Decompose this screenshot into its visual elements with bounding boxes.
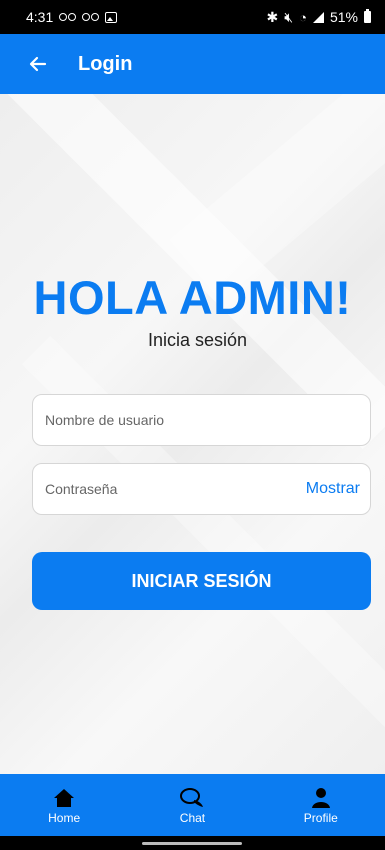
voicemail-icon bbox=[82, 13, 100, 21]
status-right: ✱ 🔇︎ ◔ 51% bbox=[267, 9, 371, 26]
login-content: HOLA ADMIN! Inicia sesión Mostrar INICIA… bbox=[0, 94, 385, 774]
bluetooth-icon: ✱ bbox=[266, 8, 279, 25]
arrow-left-icon bbox=[29, 56, 47, 72]
mute-icon: 🔇︎ bbox=[284, 8, 294, 25]
username-field[interactable] bbox=[32, 394, 371, 446]
page-title: Login bbox=[78, 52, 133, 75]
voicemail-icon bbox=[59, 13, 77, 21]
battery-percent: 51% bbox=[329, 9, 358, 25]
home-indicator[interactable] bbox=[142, 842, 242, 845]
app-bar: Login bbox=[0, 34, 385, 94]
username-input[interactable] bbox=[43, 411, 360, 429]
gallery-icon bbox=[105, 11, 118, 23]
chat-icon bbox=[179, 785, 205, 809]
battery-icon bbox=[364, 9, 371, 23]
nav-label-chat: Chat bbox=[179, 811, 206, 825]
nav-item-home[interactable]: Home bbox=[24, 785, 104, 825]
login-button[interactable]: INICIAR SESIÓN bbox=[32, 552, 371, 610]
password-input[interactable] bbox=[43, 480, 306, 498]
status-bar: 4:31 ✱ 🔇︎ ◔ 51% bbox=[0, 0, 385, 34]
nav-label-home: Home bbox=[48, 811, 81, 825]
wifi-icon: ◔ bbox=[299, 9, 307, 25]
nav-item-profile[interactable]: Profile bbox=[281, 785, 361, 825]
greeting-heading: HOLA ADMIN! bbox=[33, 271, 352, 324]
profile-icon bbox=[311, 785, 331, 809]
gesture-bar bbox=[0, 836, 385, 850]
back-button[interactable] bbox=[20, 46, 56, 82]
show-password-toggle[interactable]: Mostrar bbox=[306, 480, 360, 498]
status-time: 4:31 bbox=[26, 9, 54, 25]
nav-label-profile: Profile bbox=[303, 811, 338, 825]
nav-item-chat[interactable]: Chat bbox=[152, 785, 232, 825]
bottom-navigation: Home Chat Profile bbox=[0, 774, 385, 836]
signal-icon bbox=[312, 11, 324, 23]
home-icon bbox=[53, 785, 75, 809]
password-field[interactable]: Mostrar bbox=[32, 463, 371, 515]
login-subtitle: Inicia sesión bbox=[147, 330, 248, 350]
status-left: 4:31 bbox=[26, 9, 118, 25]
